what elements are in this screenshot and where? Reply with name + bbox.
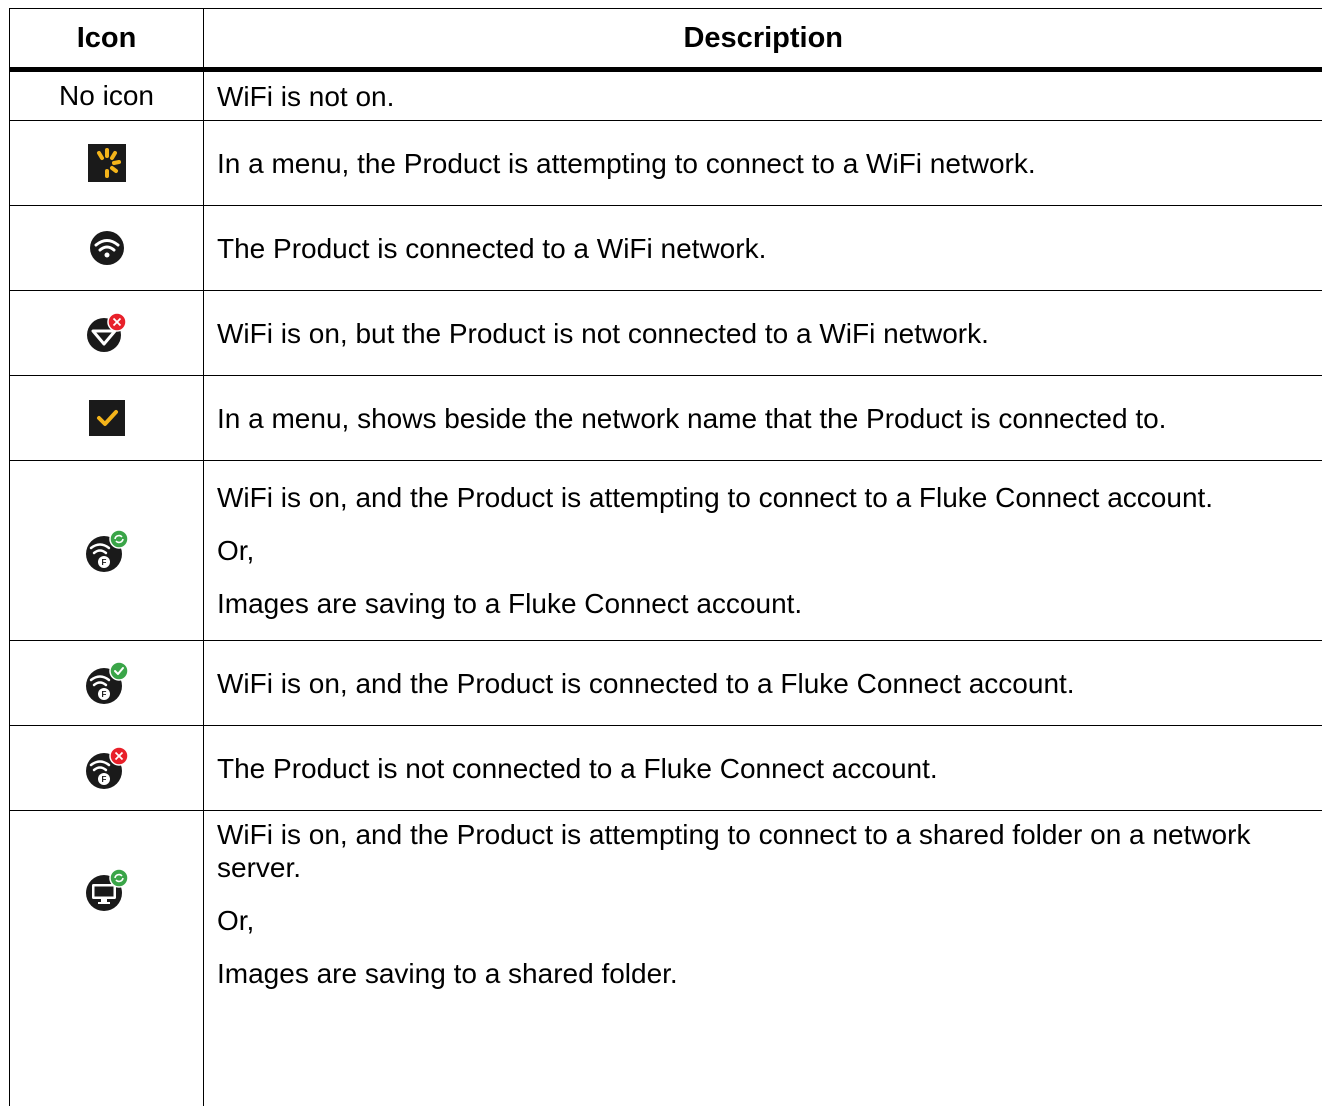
row-description: The Product is not connected to a Fluke …	[217, 752, 1322, 785]
header-row: Icon Description	[10, 9, 1322, 70]
row-description: In a menu, shows beside the network name…	[217, 402, 1322, 435]
table-row: The Product is connected to a WiFi netwo…	[10, 206, 1322, 291]
description-column-header: Description	[204, 9, 1322, 70]
row-description: The Product is connected to a WiFi netwo…	[217, 232, 1322, 265]
table-row: WiFi is on, but the Product is not conne…	[10, 291, 1322, 376]
row-description: WiFi is on, and the Product is attemptin…	[217, 481, 1322, 514]
wifi-not-connected-icon	[86, 312, 128, 354]
svg-text:F: F	[101, 558, 106, 567]
row-description: WiFi is on, but the Product is not conne…	[217, 317, 1322, 350]
row-description: WiFi is on, and the Product is attemptin…	[217, 818, 1322, 884]
row-description-alt: Images are saving to a Fluke Connect acc…	[217, 587, 1322, 620]
table-row: F The Product is not connected to a Fluk…	[10, 726, 1322, 811]
wifi-connected-icon	[89, 230, 125, 266]
table-row: F WiFi is on, and the Product is attempt…	[10, 461, 1322, 641]
table-row: No icon WiFi is not on.	[10, 70, 1322, 121]
no-icon-label: No icon	[59, 80, 154, 111]
row-description-or: Or,	[217, 904, 1322, 937]
shared-folder-syncing-icon	[85, 868, 129, 912]
table-row: In a menu, the Product is attempting to …	[10, 121, 1322, 206]
svg-text:F: F	[101, 775, 106, 784]
row-description: In a menu, the Product is attempting to …	[217, 147, 1322, 180]
table-row: F WiFi is on, and the Product is connect…	[10, 641, 1322, 726]
row-description-alt: Images are saving to a shared folder.	[217, 957, 1322, 990]
svg-text:F: F	[101, 690, 106, 699]
row-description-or: Or,	[217, 534, 1322, 567]
row-description: WiFi is not on.	[217, 80, 1322, 113]
yellow-checkmark-icon	[89, 400, 125, 436]
fluke-connect-syncing-icon: F	[85, 529, 129, 573]
connecting-spinner-icon	[88, 144, 126, 182]
icon-description-table: Icon Description No icon WiFi is not on.	[9, 8, 1322, 1106]
fluke-connect-not-connected-icon: F	[85, 746, 129, 790]
row-description: WiFi is on, and the Product is connected…	[217, 667, 1322, 700]
table-row: WiFi is on, and the Product is attemptin…	[10, 811, 1322, 1106]
table-row: In a menu, shows beside the network name…	[10, 376, 1322, 461]
fluke-connect-connected-icon: F	[85, 661, 129, 705]
icon-column-header: Icon	[10, 9, 204, 70]
